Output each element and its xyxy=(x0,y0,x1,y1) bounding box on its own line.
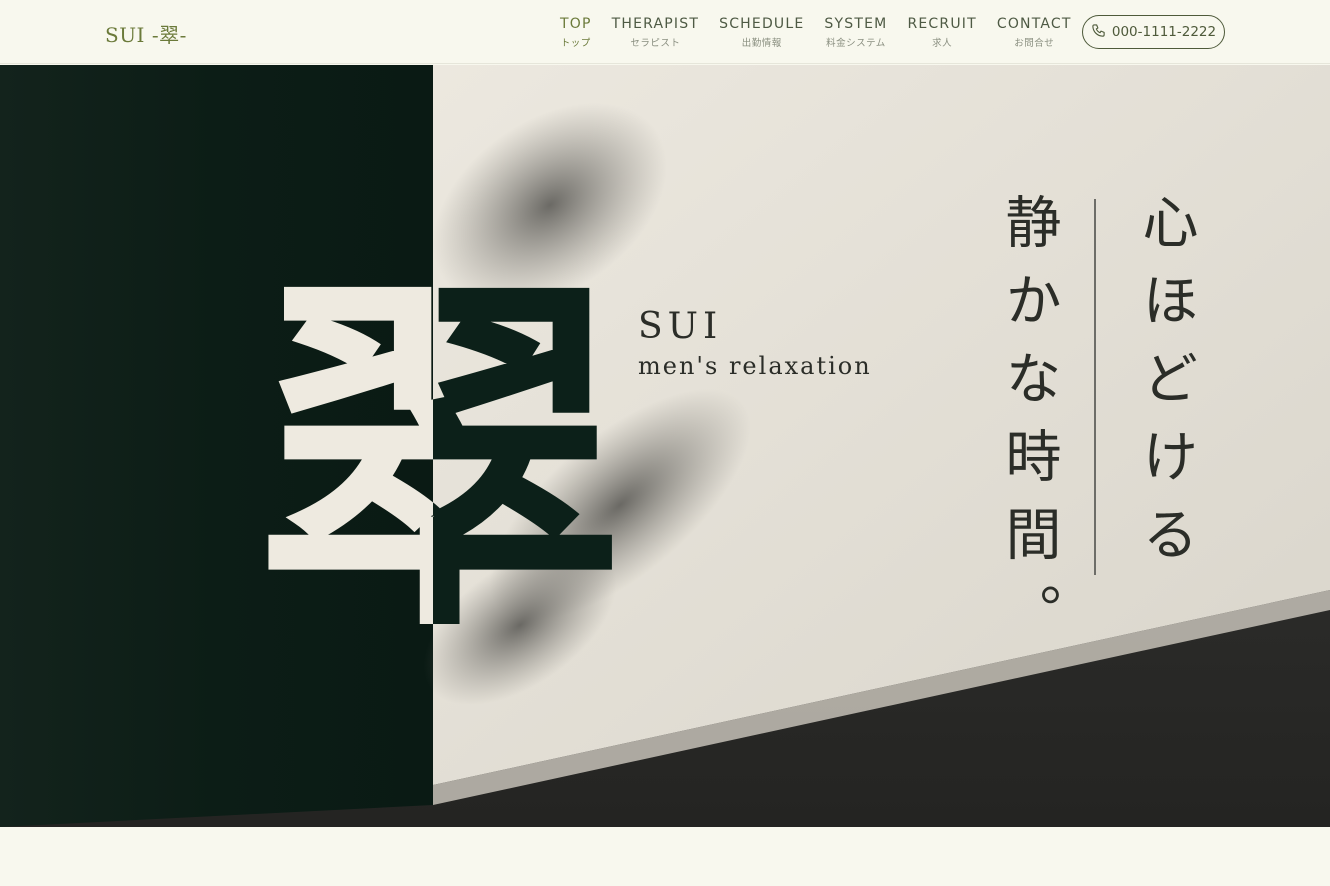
nav-item-system[interactable]: SYSTEM 料金システム xyxy=(824,16,887,49)
nav-label-en: RECRUIT xyxy=(907,16,977,32)
brand-block: SUI men's relaxation xyxy=(638,305,872,381)
tagline-line-1: 心ほどける xyxy=(1133,193,1198,583)
main-nav: TOP トップ THERAPIST セラピスト SCHEDULE 出勤情報 SY… xyxy=(560,16,1092,49)
nav-label-en: CONTACT xyxy=(996,16,1072,32)
nav-label-ja: セラピスト xyxy=(630,38,681,49)
kanji-logo: 翠 翠 xyxy=(250,270,630,650)
phone-icon xyxy=(1091,23,1106,42)
nav-label-ja: 料金システム xyxy=(826,38,886,49)
site-header: SUI -翠- TOP トップ THERAPIST セラピスト SCHEDULE… xyxy=(0,0,1330,64)
nav-label-en: SCHEDULE xyxy=(719,16,805,32)
nav-label-ja: お問合せ xyxy=(1014,38,1055,49)
site-logo[interactable]: SUI -翠- xyxy=(105,19,187,48)
nav-label-en: TOP xyxy=(560,16,592,32)
brand-subtitle: men's relaxation xyxy=(638,352,872,380)
nav-item-recruit[interactable]: RECRUIT 求人 xyxy=(907,16,976,49)
nav-label-ja: 出勤情報 xyxy=(741,38,782,49)
nav-label-en: THERAPIST xyxy=(611,16,700,32)
below-hero-section xyxy=(0,827,1330,886)
nav-label-en: SYSTEM xyxy=(824,16,888,32)
phone-call-button[interactable]: 000-1111-2222 xyxy=(1082,15,1225,49)
tagline-divider xyxy=(1094,199,1096,575)
nav-item-top[interactable]: TOP トップ xyxy=(560,16,592,49)
brand-name: SUI xyxy=(638,306,723,347)
phone-number: 000-1111-2222 xyxy=(1111,24,1217,40)
hero-section: 翠 翠 SUI men's relaxation 心ほどける 静かな時間。 xyxy=(0,65,1330,827)
tagline-line-2: 静かな時間。 xyxy=(996,193,1061,661)
nav-item-therapist[interactable]: THERAPIST セラピスト xyxy=(612,16,699,49)
nav-item-contact[interactable]: CONTACT お問合せ xyxy=(997,16,1072,49)
nav-label-ja: トップ xyxy=(560,38,591,49)
nav-item-schedule[interactable]: SCHEDULE 出勤情報 xyxy=(719,16,804,49)
nav-label-ja: 求人 xyxy=(932,38,953,49)
